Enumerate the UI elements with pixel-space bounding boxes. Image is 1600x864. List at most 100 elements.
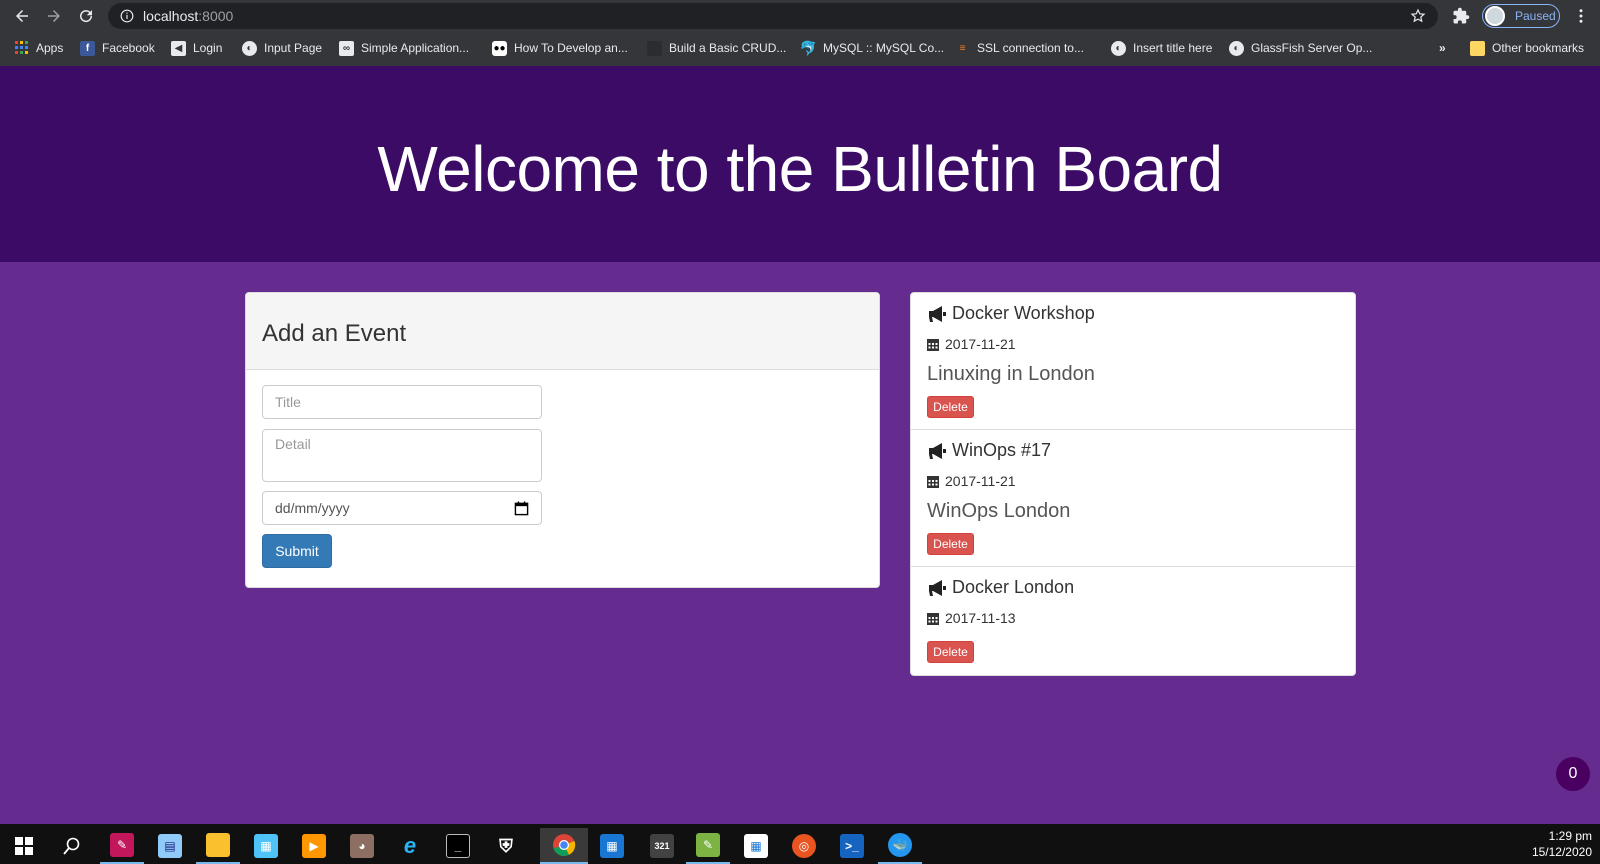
globe-icon: ◐ — [1229, 40, 1244, 56]
bullhorn-icon — [929, 305, 946, 322]
bookmark-build-crud[interactable]: Build a Basic CRUD... — [647, 34, 786, 62]
taskbar-app-control-panel[interactable]: ▦ — [244, 828, 288, 864]
taskbar-app-palette[interactable]: ◕ — [340, 828, 384, 864]
delete-button[interactable]: Delete — [927, 396, 974, 418]
shield-icon: ⛨ — [499, 835, 513, 856]
clock-time: 1:29 pm — [1548, 829, 1592, 843]
clock-date: 15/12/2020 — [1531, 845, 1592, 859]
clapper-icon: 321 — [650, 834, 674, 858]
windows-taskbar: ✎ ▤ ▦ ▶ ◕ e _ ⛨ ▦ 321 ✎ ▦ ◎ >_ 🐳 1:29 pm… — [0, 824, 1600, 864]
event-date: 2017-11-21 — [927, 473, 1016, 489]
taskbar-app-calculator[interactable]: ▦ — [590, 828, 634, 864]
arrow-left-icon — [16, 10, 28, 22]
bookmark-star-icon[interactable] — [1410, 8, 1426, 24]
add-event-title: Add an Event — [262, 320, 407, 347]
forward-button[interactable] — [38, 0, 70, 32]
browser-toolbar: localhost:8000 Paused — [0, 0, 1600, 32]
taskbar-app-docker[interactable]: 🐳 — [878, 828, 922, 864]
taskbar-app-notepad[interactable]: ✎ — [686, 828, 730, 864]
bookmark-simple-application[interactable]: ∞ Simple Application... — [339, 34, 469, 62]
bookmark-how-to-develop[interactable]: ●● How To Develop an... — [492, 34, 628, 62]
bookmark-insert-title[interactable]: ◐ Insert title here — [1111, 34, 1212, 62]
taskbar-app-media[interactable]: ▶ — [292, 828, 336, 864]
date-input[interactable]: dd/mm/yyyy — [262, 491, 542, 525]
taskbar-app-store[interactable]: ▦ — [734, 828, 778, 864]
globe-icon: ◐ — [242, 40, 257, 56]
calendar-icon[interactable] — [514, 500, 529, 516]
bookmark-apps[interactable]: Apps — [14, 34, 63, 62]
reload-button[interactable] — [70, 0, 102, 32]
calendar-icon — [927, 612, 939, 625]
browser-chrome: localhost:8000 Paused Apps f Facebook ◀ … — [0, 0, 1600, 66]
taskbar-app-powershell[interactable]: >_ — [830, 828, 874, 864]
taskbar-app-chrome[interactable] — [540, 828, 588, 864]
palette-icon: ◕ — [350, 834, 374, 858]
extensions-puzzle-icon[interactable] — [1452, 7, 1470, 25]
bookmark-glassfish[interactable]: ◐ GlassFish Server Op... — [1229, 34, 1372, 62]
bookmark-facebook[interactable]: f Facebook — [80, 34, 155, 62]
start-button[interactable] — [2, 828, 46, 864]
taskbar-app-ie[interactable]: e — [388, 828, 432, 864]
globe-icon: ◐ — [1111, 40, 1126, 56]
stackoverflow-icon: ≡ — [959, 42, 966, 54]
taskbar-app-security[interactable]: ⛨ — [484, 828, 528, 864]
bookmarks-overflow-button[interactable]: » — [1439, 34, 1446, 62]
profile-button[interactable]: Paused — [1482, 4, 1560, 28]
arrow-right-icon — [48, 10, 60, 22]
taskbar-app-video-editor[interactable]: 321 — [640, 828, 684, 864]
list-item: Docker London 2017-11-13 Delete — [911, 567, 1355, 675]
taskbar-app-terminal[interactable]: _ — [436, 828, 480, 864]
bookmark-mysql[interactable]: 🐬 MySQL :: MySQL Co... — [800, 34, 944, 62]
event-detail: Linuxing in London — [927, 363, 1095, 385]
event-detail: WinOps London — [927, 500, 1071, 522]
address-bar[interactable]: localhost:8000 — [108, 3, 1438, 29]
delete-button[interactable]: Delete — [927, 641, 974, 663]
other-bookmarks[interactable]: Other bookmarks — [1470, 34, 1584, 62]
page-title: Welcome to the Bulletin Board — [377, 133, 1223, 205]
url-port: :8000 — [198, 8, 234, 24]
apps-grid-icon — [14, 41, 29, 56]
notebook-icon: ▤ — [158, 834, 182, 858]
detail-input[interactable] — [262, 429, 542, 482]
list-item: WinOps #17 2017-11-21 WinOps London Dele… — [911, 430, 1355, 567]
list-item: Docker Workshop 2017-11-21 Linuxing in L… — [911, 293, 1355, 430]
search-icon — [63, 837, 80, 855]
notepad-icon: ✎ — [696, 833, 720, 857]
calendar-icon — [927, 475, 939, 488]
infinity-icon: ∞ — [339, 40, 354, 56]
control-panel-icon: ▦ — [254, 834, 278, 858]
bullhorn-icon — [929, 442, 946, 459]
system-clock[interactable]: 1:29 pm 15/12/2020 — [1532, 828, 1592, 860]
taskbar-app-explorer[interactable] — [196, 828, 240, 864]
title-input[interactable] — [262, 385, 542, 419]
add-event-heading: Add an Event — [246, 293, 879, 370]
more-vertical-icon[interactable] — [1572, 7, 1590, 25]
bookmark-ssl-connection[interactable]: ≡ SSL connection to... — [955, 34, 1084, 62]
chrome-icon — [553, 834, 576, 857]
submit-button[interactable]: Submit — [262, 534, 332, 568]
medium-icon: ●● — [492, 40, 507, 56]
terminal-icon: _ — [446, 834, 470, 858]
events-list: Docker Workshop 2017-11-21 Linuxing in L… — [910, 292, 1356, 676]
bullhorn-icon — [929, 579, 946, 596]
reload-icon — [80, 10, 93, 23]
taskbar-app-paint[interactable]: ✎ — [100, 828, 144, 864]
header-banner: Welcome to the Bulletin Board — [0, 66, 1600, 262]
floating-counter-badge[interactable]: 0 — [1556, 757, 1590, 791]
calendar-icon — [927, 338, 939, 351]
docker-whale-icon: 🐳 — [888, 833, 912, 857]
taskbar-app-ubuntu[interactable]: ◎ — [782, 828, 826, 864]
internet-explorer-icon: e — [403, 833, 417, 858]
info-icon — [120, 9, 134, 23]
facebook-icon: f — [80, 40, 95, 56]
delete-button[interactable]: Delete — [927, 533, 974, 555]
back-button[interactable] — [6, 0, 38, 32]
bookmark-login[interactable]: ◀ Login — [171, 34, 222, 62]
event-title: Docker Workshop — [927, 303, 1095, 324]
taskbar-app-notes[interactable]: ▤ — [148, 828, 192, 864]
bookmark-input-page[interactable]: ◐ Input Page — [242, 34, 322, 62]
powershell-icon: >_ — [840, 834, 864, 858]
page-content: Welcome to the Bulletin Board Add an Eve… — [0, 66, 1600, 824]
taskbar-search-button[interactable] — [50, 828, 94, 864]
folder-icon — [1470, 40, 1485, 56]
